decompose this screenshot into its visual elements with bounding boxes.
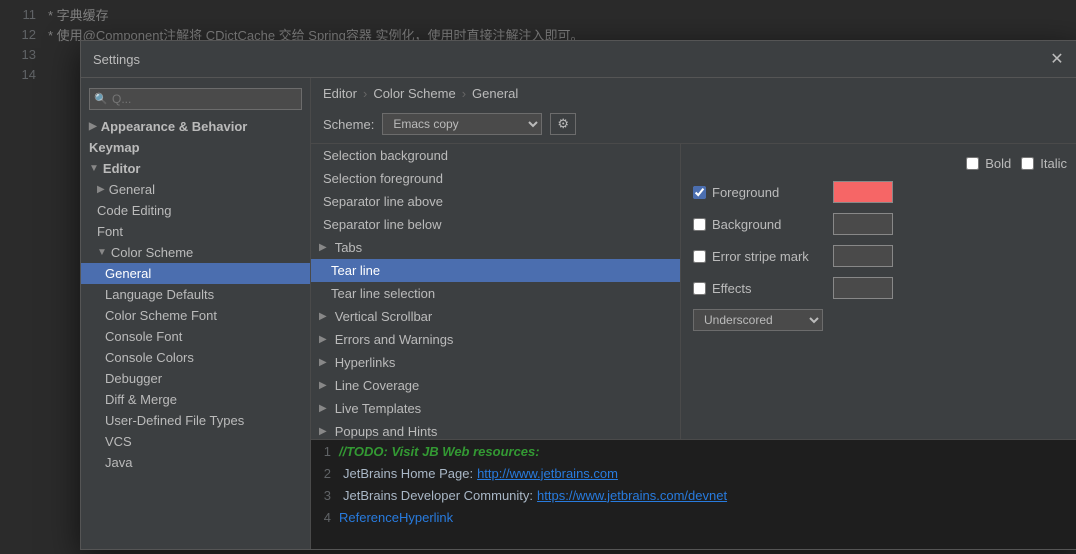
background-color-swatch[interactable] [833,213,893,235]
scheme-label: Scheme: [323,117,374,132]
background-checkbox[interactable] [693,218,706,231]
dialog-body: 🔍 ▶ Appearance & Behavior Keymap ▼ Edito… [81,78,1076,549]
split-pane: Selection background Selection foregroun… [311,143,1076,439]
expand-icon-general: ▶ [97,184,105,195]
bold-checkbox[interactable] [966,157,979,170]
effects-row: Effects [693,277,1067,299]
sidebar-item-console-colors[interactable]: Console Colors [81,347,310,368]
sidebar-item-vcs[interactable]: VCS [81,431,310,452]
effects-checkbox-label[interactable]: Effects [693,281,823,296]
preview-link-3: https://www.jetbrains.com/devnet [537,488,727,503]
list-item[interactable]: Separator line below [311,213,680,236]
search-box[interactable]: 🔍 [89,88,302,110]
sidebar-item-language-defaults[interactable]: Language Defaults [81,284,310,305]
gear-button[interactable]: ⚙ [550,113,576,135]
preview-line-num: 3 [311,488,339,503]
list-group-live-templates[interactable]: ▶ Live Templates [311,397,680,420]
preview-ref-link: ReferenceHyperlink [339,510,453,525]
close-button[interactable]: ✕ [1047,49,1067,69]
foreground-checkbox[interactable] [693,186,706,199]
list-item[interactable]: Selection foreground [311,167,680,190]
preview-line-4: 4 ReferenceHyperlink [311,506,1076,528]
sidebar-item-diff-merge[interactable]: Diff & Merge [81,389,310,410]
preview-link-2: http://www.jetbrains.com [477,466,618,481]
search-icon: 🔍 [94,93,108,106]
sidebar-item-user-defined[interactable]: User-Defined File Types [81,410,310,431]
sidebar-item-color-scheme[interactable]: ▼ Color Scheme [81,242,310,263]
sidebar-item-code-editing[interactable]: Code Editing [81,200,310,221]
settings-dialog: Settings ✕ 🔍 ▶ Appearance & Behavior Key… [80,40,1076,550]
list-item[interactable]: Tear line selection [311,282,680,305]
error-stripe-color-swatch[interactable] [833,245,893,267]
list-item[interactable]: Selection background [311,144,680,167]
sidebar-item-keymap[interactable]: Keymap [81,137,310,158]
expand-icon: ▶ [319,242,327,253]
foreground-row: Foreground [693,181,1067,203]
error-stripe-row: Error stripe mark [693,245,1067,267]
sidebar-item-java[interactable]: Java [81,452,310,473]
sidebar-item-general[interactable]: ▶ General [81,179,310,200]
expand-icon-editor: ▼ [89,163,99,174]
sidebar-item-console-font[interactable]: Console Font [81,326,310,347]
expand-icon: ▶ [319,334,327,345]
preview-text-2: JetBrains Home Page: [339,464,477,483]
scheme-row: Scheme: Emacs copy Default Darcula High … [311,109,1076,143]
list-group-popups[interactable]: ▶ Popups and Hints [311,420,680,439]
dialog-title: Settings [93,52,140,67]
effects-dropdown-row: Underscored Bordered Underwave Bold unde… [693,309,1067,331]
dialog-title-bar: Settings ✕ [81,41,1076,78]
preview-todo: //TODO: Visit JB Web resources: [339,444,540,459]
italic-checkbox[interactable] [1021,157,1034,170]
expand-icon: ▶ [89,121,97,132]
preview-area: 1 //TODO: Visit JB Web resources: 2 JetB… [311,439,1076,549]
list-item-tearline[interactable]: Tear line [311,259,680,282]
scheme-select[interactable]: Emacs copy Default Darcula High contrast [382,113,542,135]
sidebar-item-appearance[interactable]: ▶ Appearance & Behavior [81,116,310,137]
settings-sidebar: 🔍 ▶ Appearance & Behavior Keymap ▼ Edito… [81,78,311,549]
expand-icon-colorscheme: ▼ [97,247,107,258]
list-group-tabs[interactable]: ▶ Tabs [311,236,680,259]
style-row: Bold Italic [693,156,1067,171]
breadcrumb-sep-1: › [363,86,367,101]
preview-line-2: 2 JetBrains Home Page: http://www.jetbra… [311,462,1076,484]
preview-line-3: 3 JetBrains Developer Community: https:/… [311,484,1076,506]
sidebar-item-editor[interactable]: ▼ Editor [81,158,310,179]
list-item[interactable]: Separator line above [311,190,680,213]
sidebar-item-color-scheme-general[interactable]: General [81,263,310,284]
preview-text-3: JetBrains Developer Community: [339,486,537,505]
sidebar-item-color-scheme-font[interactable]: Color Scheme Font [81,305,310,326]
background-row: Background [693,213,1067,235]
foreground-checkbox-label[interactable]: Foreground [693,185,823,200]
effects-color-swatch[interactable] [833,277,893,299]
bold-checkbox-label[interactable]: Bold [966,156,1011,171]
main-content: Editor › Color Scheme › General Scheme: … [311,78,1076,549]
effects-checkbox[interactable] [693,282,706,295]
expand-icon: ▶ [319,403,327,414]
preview-line-num: 4 [311,510,339,525]
preview-line-num: 2 [311,466,339,481]
italic-checkbox-label[interactable]: Italic [1021,156,1067,171]
preview-line-1: 1 //TODO: Visit JB Web resources: [311,440,1076,462]
sidebar-item-debugger[interactable]: Debugger [81,368,310,389]
expand-icon: ▶ [319,311,327,322]
color-list: Selection background Selection foregroun… [311,144,681,439]
breadcrumb-sep-2: › [462,86,466,101]
error-stripe-checkbox-label[interactable]: Error stripe mark [693,249,823,264]
search-input[interactable] [89,88,302,110]
breadcrumb: Editor › Color Scheme › General [311,78,1076,109]
list-group-hyperlinks[interactable]: ▶ Hyperlinks [311,351,680,374]
background-checkbox-label[interactable]: Background [693,217,823,232]
preview-line-num: 1 [311,444,339,459]
expand-icon: ▶ [319,380,327,391]
effects-select[interactable]: Underscored Bordered Underwave Bold unde… [693,309,823,331]
error-stripe-checkbox[interactable] [693,250,706,263]
list-group-scrollbar[interactable]: ▶ Vertical Scrollbar [311,305,680,328]
list-group-errors[interactable]: ▶ Errors and Warnings [311,328,680,351]
expand-icon: ▶ [319,357,327,368]
color-properties-panel: Bold Italic Foreground [681,144,1076,439]
foreground-color-swatch[interactable] [833,181,893,203]
sidebar-item-font[interactable]: Font [81,221,310,242]
expand-icon: ▶ [319,426,327,437]
list-group-coverage[interactable]: ▶ Line Coverage [311,374,680,397]
